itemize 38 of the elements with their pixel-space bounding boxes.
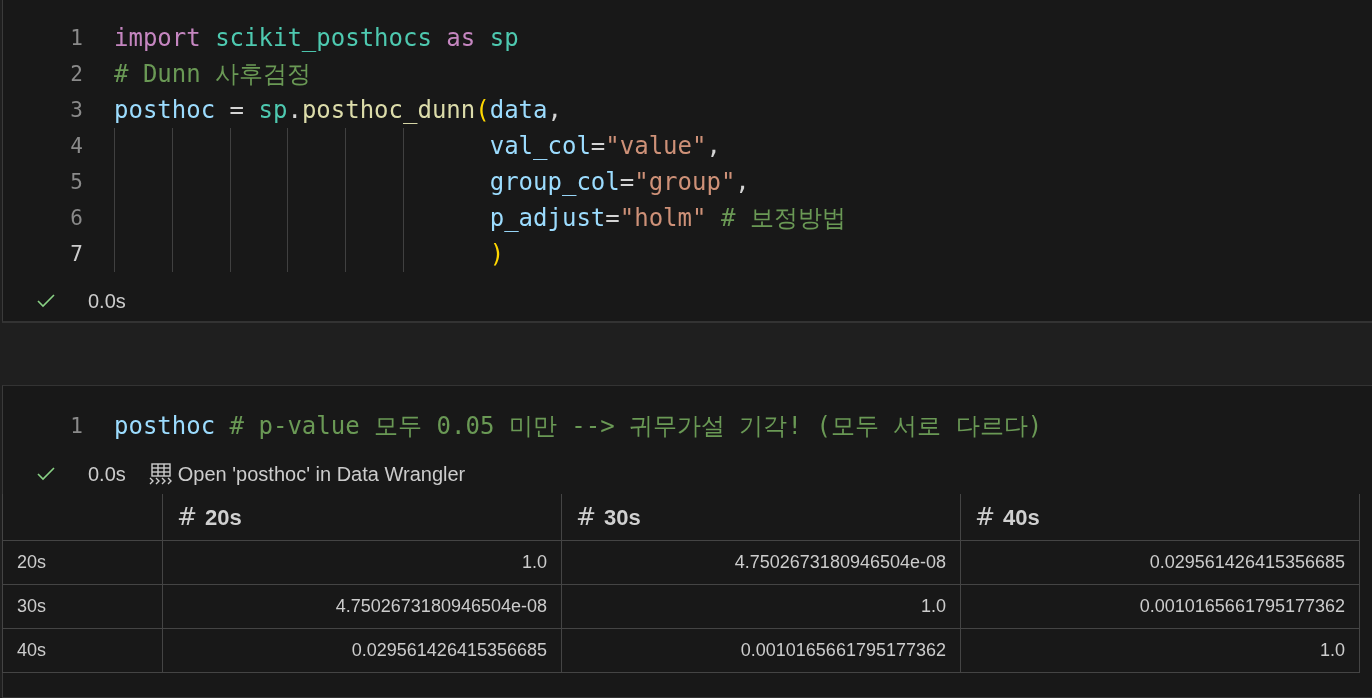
table-cell: 0.029561426415356685	[960, 540, 1360, 585]
code-line: import scikit_posthocs as sp	[114, 23, 519, 54]
data-wrangler-link[interactable]: Open 'posthoc' in Data Wrangler	[177, 462, 466, 486]
code-line: p_adjust="holm" # 보정방법	[489, 203, 846, 234]
column-header: 30s	[604, 505, 641, 530]
line-number: 3	[69, 98, 83, 122]
code-line: )	[489, 239, 505, 270]
table-cell: 4.7502673180946504e-08	[561, 540, 961, 585]
table-cell: 0.0010165661795177362	[561, 628, 961, 673]
code-line: posthoc # p-value 모두 0.05 미만 --> 귀무가설 기각! (모두 서로 다르다)	[114, 411, 1043, 442]
column-header: 40s	[1003, 505, 1040, 530]
row-index: 20s	[2, 540, 163, 585]
number-type-icon: #	[177, 503, 198, 531]
code-line: # Dunn 사후검정	[114, 59, 312, 90]
table-cell: 0.029561426415356685	[162, 628, 562, 673]
number-type-icon: #	[576, 503, 597, 531]
row-index: 40s	[2, 628, 163, 673]
code-line: posthoc = sp.posthoc_dunn(data,	[114, 95, 562, 126]
column-header: 20s	[205, 505, 242, 530]
code-line: group_col="group",	[489, 167, 750, 198]
line-number: 6	[69, 206, 83, 230]
line-number: 1	[69, 414, 83, 438]
table-cell: 4.7502673180946504e-08	[162, 584, 562, 629]
code-line: val_col="value",	[489, 131, 721, 162]
number-type-icon: #	[975, 503, 996, 531]
line-number: 7	[69, 242, 83, 266]
table-cell: 1.0	[162, 540, 562, 585]
execution-time: 0.0s	[88, 289, 126, 313]
table-cell: 0.0010165661795177362	[960, 584, 1360, 629]
execution-time: 0.0s	[88, 462, 126, 486]
table-arrows-icon[interactable]	[147, 463, 174, 485]
row-index: 30s	[2, 584, 163, 629]
table-cell: 1.0	[960, 628, 1360, 673]
table-cell: 1.0	[561, 584, 961, 629]
line-number: 4	[69, 134, 83, 158]
line-number: 1	[69, 26, 83, 50]
line-number: 5	[69, 170, 83, 194]
line-number: 2	[69, 62, 83, 86]
